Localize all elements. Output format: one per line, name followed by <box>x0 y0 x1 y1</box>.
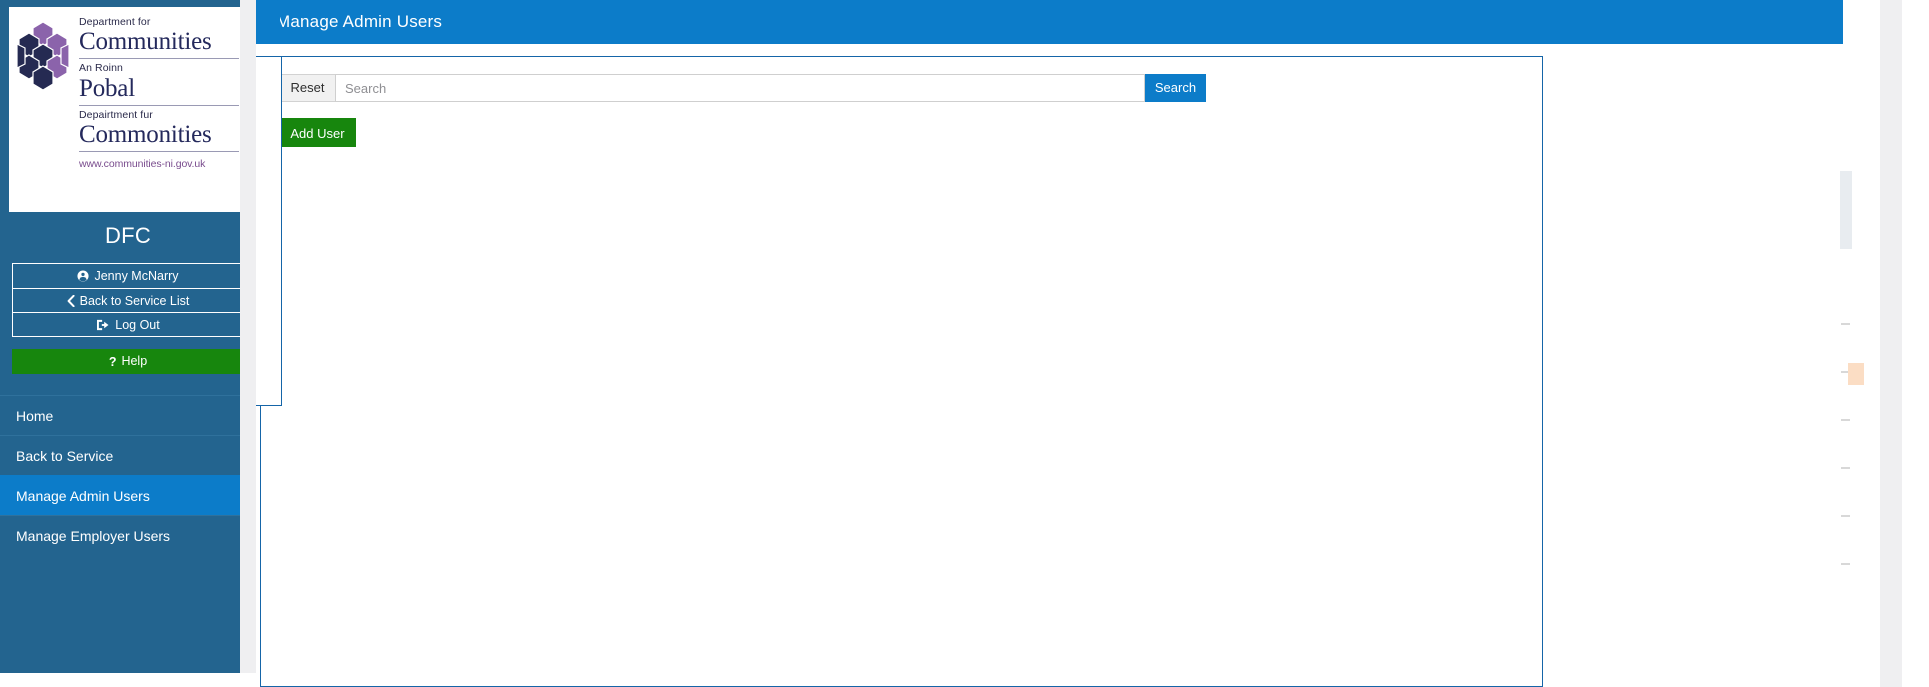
brand-title: DFC <box>104 223 152 248</box>
logo-line-en-big: Communities <box>79 28 212 56</box>
sidebar-nav: Home Back to Service Manage Admin Users … <box>0 395 256 555</box>
sidebar-item-back-to-service-label: Back to Service <box>16 448 114 464</box>
content-panel: Reset Search Add User <box>260 56 1543 687</box>
help-label: Help <box>121 354 148 368</box>
dfc-logo-card: Department for Communities An Roinn Poba… <box>9 7 247 212</box>
account-button-group: Jenny McNarry Back to Service List Log O <box>12 263 244 337</box>
page-header-bar: Manage Admin Users <box>260 0 1843 44</box>
sidebar-item-home-label: Home <box>16 408 54 424</box>
logo-divider-1 <box>79 58 239 60</box>
content-scrollbar-tick <box>1841 563 1850 565</box>
logo-line-sc-big: Commonities <box>79 120 212 148</box>
sidebar: Department for Communities An Roinn Poba… <box>0 0 256 673</box>
content-scrollbar-tick <box>1841 467 1850 469</box>
sidebar-scrollbar[interactable] <box>240 0 256 673</box>
user-account-label: Jenny McNarry <box>94 269 179 283</box>
sidebar-item-home[interactable]: Home <box>0 395 256 435</box>
user-circle-icon <box>77 266 90 290</box>
log-out-label: Log Out <box>115 318 160 332</box>
scrollbar-highlight-marker <box>1848 363 1864 385</box>
logo-website-url: www.communities-ni.gov.uk <box>79 158 206 171</box>
help-button[interactable]: ? Help <box>12 349 244 374</box>
page-title: Manage Admin Users <box>276 12 443 31</box>
content-scrollbar-tick <box>1841 323 1850 325</box>
dfc-hexagon-logo <box>15 16 73 206</box>
page-scrollbar-track[interactable] <box>1880 0 1902 687</box>
logo-line-ga-big: Pobal <box>79 74 135 102</box>
log-out-button[interactable]: Log Out <box>13 312 243 336</box>
sidebar-item-manage-employer-users[interactable]: Manage Employer Users <box>0 515 256 555</box>
question-mark-icon: ? <box>108 355 117 369</box>
back-to-service-list-button[interactable]: Back to Service List <box>13 288 243 312</box>
search-button[interactable]: Search <box>1145 74 1206 102</box>
user-account-button[interactable]: Jenny McNarry <box>13 264 243 288</box>
logo-line-ga-small: An Roinn <box>79 62 123 75</box>
logo-divider-3 <box>79 151 239 153</box>
sidebar-item-manage-admin-users-label: Manage Admin Users <box>16 488 150 504</box>
back-to-service-list-label: Back to Service List <box>79 294 190 308</box>
sign-out-icon <box>96 315 110 339</box>
content-scrollbar-thumb[interactable] <box>1840 171 1852 249</box>
logo-divider-2 <box>79 104 239 106</box>
main-area: Manage Admin Users Reset Search Add User <box>256 0 1929 687</box>
page-header-bar-right-cap <box>256 0 280 44</box>
content-scrollbar-tick <box>1841 515 1850 517</box>
add-user-button[interactable]: Add User <box>279 118 356 147</box>
dfc-logo-text: Department for Communities An Roinn Poba… <box>73 16 239 206</box>
chevron-left-icon <box>67 291 75 315</box>
content-panel-right-edge <box>256 56 282 406</box>
search-toolbar: Reset Search <box>279 74 1206 102</box>
logo-line-sc-small: Depairtment fur <box>79 108 153 121</box>
reset-button[interactable]: Reset <box>279 74 335 102</box>
sidebar-item-back-to-service[interactable]: Back to Service <box>0 435 256 475</box>
app-viewport: Department for Communities An Roinn Poba… <box>0 0 1929 687</box>
sidebar-item-manage-admin-users[interactable]: Manage Admin Users <box>0 475 256 515</box>
sidebar-item-manage-employer-users-label: Manage Employer Users <box>16 528 171 544</box>
search-input-group: Reset Search <box>279 74 1206 102</box>
search-input[interactable] <box>335 74 1145 102</box>
content-scrollbar-tick <box>1841 419 1850 421</box>
